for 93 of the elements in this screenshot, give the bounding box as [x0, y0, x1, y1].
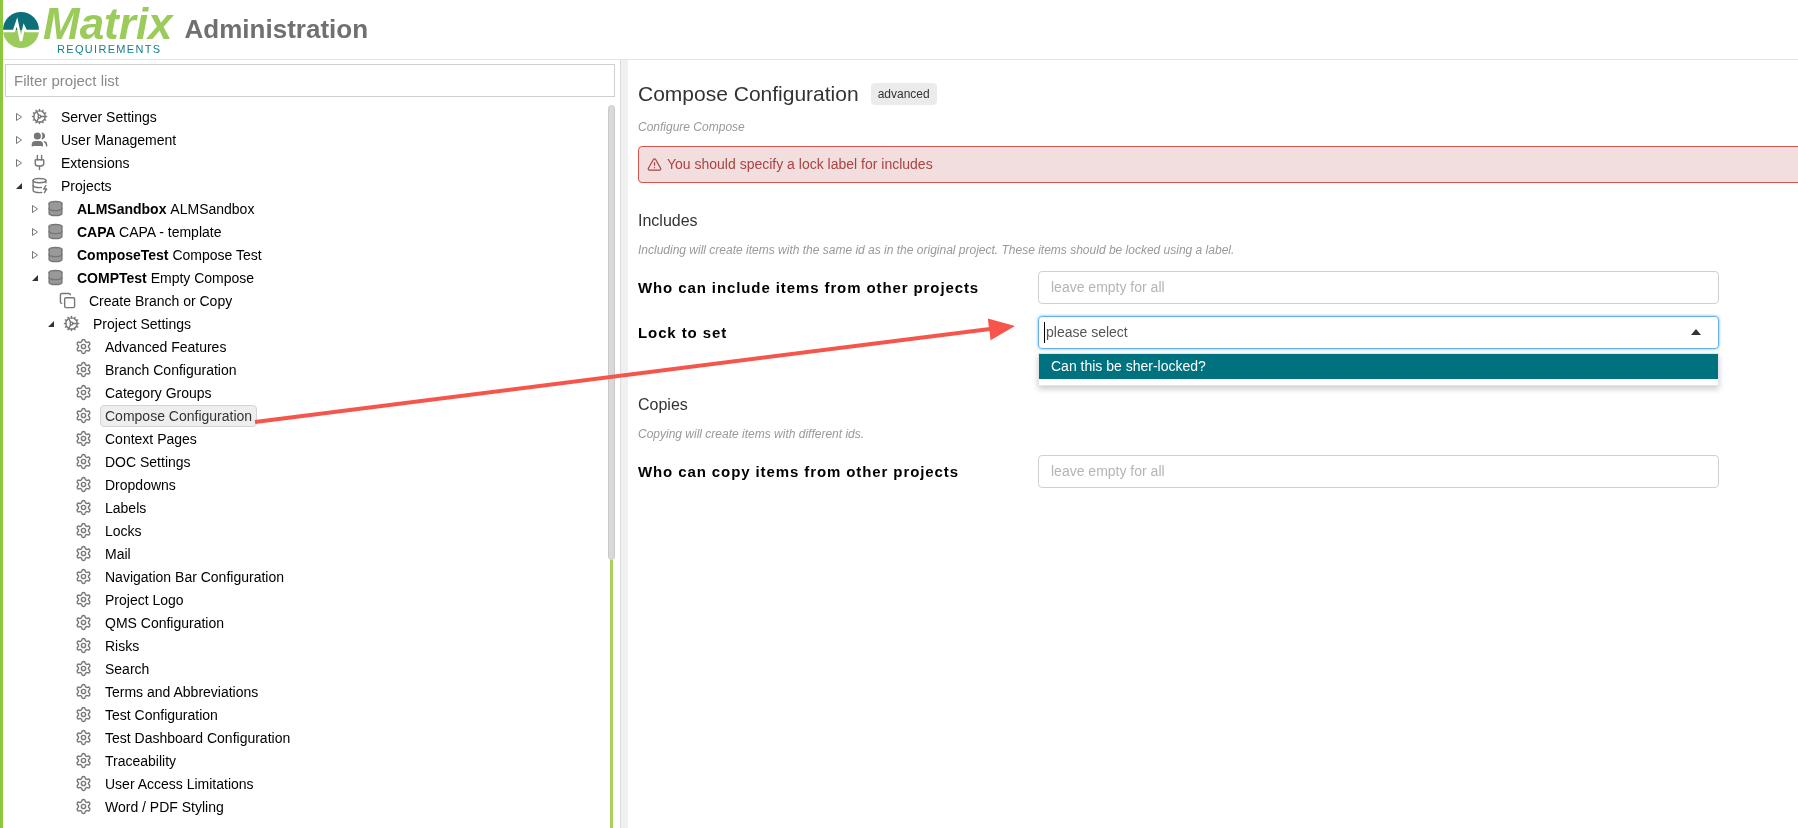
- field-label: Who can include items from other projects: [638, 277, 981, 298]
- gear-icon: [75, 499, 92, 516]
- tree-item[interactable]: User Access Limitations: [100, 772, 259, 795]
- tree-item[interactable]: Search: [100, 657, 155, 680]
- tree-item[interactable]: Context Pages: [100, 427, 202, 450]
- field-label: Who can copy items from other projects: [638, 461, 960, 482]
- tree-item[interactable]: Project Settings: [88, 312, 197, 335]
- tree-item[interactable]: Server Settings: [56, 105, 162, 128]
- database-icon: [47, 200, 64, 217]
- tree-item[interactable]: Test Configuration: [100, 703, 223, 726]
- gear-icon: [75, 660, 92, 677]
- gear-icon: [75, 522, 92, 539]
- gear-icon: [75, 453, 92, 470]
- database-gear-icon: [31, 177, 48, 194]
- section-heading: Includes: [638, 210, 699, 231]
- tree-item[interactable]: Risks: [100, 634, 145, 657]
- tree-item[interactable]: ComposeTest Compose Test: [72, 243, 267, 266]
- gear-icon: [75, 407, 92, 424]
- tree-item[interactable]: COMPTest Empty Compose: [72, 266, 260, 289]
- gear-icon: [75, 637, 92, 654]
- tree-item[interactable]: Branch Configuration: [100, 358, 242, 381]
- gear-icon: [75, 729, 92, 746]
- tree-item[interactable]: Category Groups: [100, 381, 217, 404]
- tree-item[interactable]: DOC Settings: [100, 450, 196, 473]
- logo-subtitle: REQUIREMENTS: [57, 44, 163, 55]
- gear-icon: [75, 683, 92, 700]
- collapsed-caret-icon[interactable]: [31, 227, 39, 236]
- select-field[interactable]: please select: [1038, 315, 1719, 349]
- gear-icon: [75, 338, 92, 355]
- gear-icon: [75, 798, 92, 815]
- tree-item[interactable]: ALMSandbox ALMSandbox: [72, 197, 260, 220]
- gears-icon: [31, 108, 48, 125]
- text-field[interactable]: leave empty for all: [1038, 270, 1719, 304]
- gear-icon: [75, 706, 92, 723]
- gear-icon: [75, 361, 92, 378]
- caret-icon: [1691, 329, 1701, 335]
- gear-icon: [75, 752, 92, 769]
- page-subtitle: Configure Compose: [638, 118, 746, 136]
- scrollbar-thumb[interactable]: [608, 105, 615, 560]
- tree-item[interactable]: Dropdowns: [100, 473, 181, 496]
- tree-item[interactable]: Test Dashboard Configuration: [100, 726, 296, 749]
- expanded-caret-icon[interactable]: [31, 273, 39, 282]
- logo-wordmark: Matrix: [43, 4, 173, 44]
- gear-icon: [75, 476, 92, 493]
- gear-icon: [75, 591, 92, 608]
- gear-icon: [75, 614, 92, 631]
- field-label: Lock to set: [638, 322, 729, 343]
- database-icon: [47, 223, 64, 240]
- alert-message: You should specify a lock label for includes: [667, 154, 933, 174]
- gear-icon: [75, 384, 92, 401]
- tree-item[interactable]: QMS Configuration: [100, 611, 230, 634]
- tree-item[interactable]: Terms and Abbreviations: [100, 680, 264, 703]
- tree-item[interactable]: Mail: [100, 542, 136, 565]
- tree-item[interactable]: Word / PDF Styling: [100, 795, 229, 818]
- section-description: Copying will create items with different ids.: [638, 425, 866, 443]
- tree-item[interactable]: Extensions: [56, 151, 135, 174]
- dropdown-option[interactable]: Can this be sher-locked?: [1039, 353, 1718, 379]
- expanded-caret-icon[interactable]: [47, 319, 55, 328]
- collapsed-caret-icon[interactable]: [15, 158, 23, 167]
- advanced-tag: advanced: [870, 82, 937, 105]
- database-icon: [47, 269, 64, 286]
- logo-mark-icon: [3, 9, 41, 50]
- gears-icon: [63, 315, 80, 332]
- tree-item[interactable]: Locks: [100, 519, 147, 542]
- tree-item[interactable]: CAPA CAPA - template: [72, 220, 227, 243]
- app-title: Administration: [184, 13, 369, 46]
- tree-item[interactable]: Create Branch or Copy: [84, 289, 238, 312]
- text-field[interactable]: leave empty for all: [1038, 454, 1719, 488]
- collapsed-caret-icon[interactable]: [31, 204, 39, 213]
- section-description: Including will create items with the same id as in the original project. These items should be locked using a label.: [638, 241, 1236, 259]
- collapsed-caret-icon[interactable]: [15, 135, 23, 144]
- gear-icon: [75, 568, 92, 585]
- tree-item[interactable]: Navigation Bar Configuration: [100, 565, 289, 588]
- tree-item[interactable]: Advanced Features: [100, 335, 232, 358]
- filter-field[interactable]: Filter project list: [5, 64, 615, 97]
- tree-item[interactable]: Traceability: [100, 749, 182, 772]
- expanded-caret-icon[interactable]: [15, 181, 23, 190]
- collapsed-caret-icon[interactable]: [31, 250, 39, 259]
- tree-item[interactable]: Project Logo: [100, 588, 189, 611]
- database-icon: [47, 246, 64, 263]
- users-icon: [31, 131, 48, 148]
- warning-icon: [647, 156, 662, 172]
- tree-item[interactable]: Labels: [100, 496, 152, 519]
- gear-icon: [75, 545, 92, 562]
- page-title: Compose Configuration: [638, 81, 859, 107]
- section-heading: Copies: [638, 394, 689, 415]
- gear-icon: [75, 775, 92, 792]
- copy-icon: [59, 292, 76, 309]
- tree-item[interactable]: User Management: [56, 128, 182, 151]
- tree-item[interactable]: Compose Configuration: [100, 404, 258, 427]
- gear-icon: [75, 430, 92, 447]
- tree-item[interactable]: Projects: [56, 174, 117, 197]
- collapsed-caret-icon[interactable]: [15, 112, 23, 121]
